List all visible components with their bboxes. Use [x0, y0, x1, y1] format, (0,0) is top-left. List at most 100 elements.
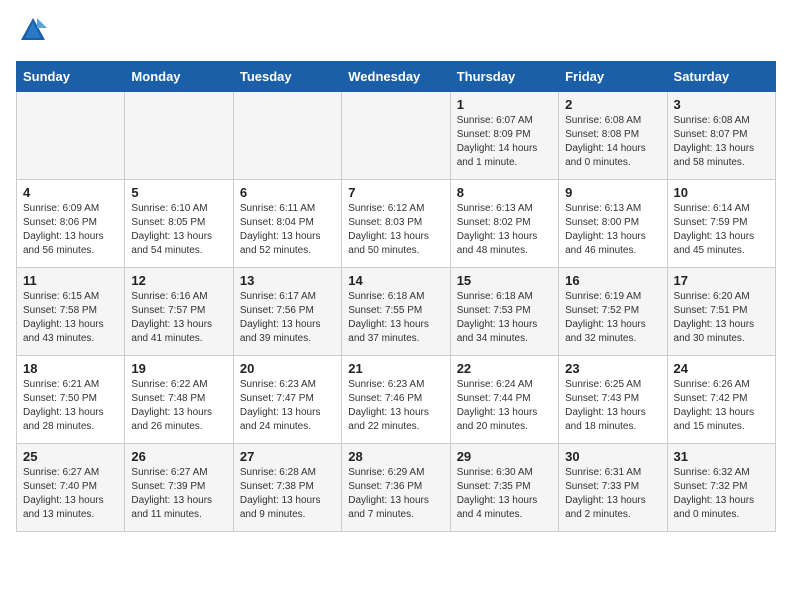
calendar-cell: 2 Sunrise: 6:08 AM Sunset: 8:08 PM Daylig…: [559, 92, 667, 180]
day-number: 30: [565, 449, 660, 464]
day-info: Sunrise: 6:27 AM Sunset: 7:40 PM Dayligh…: [23, 466, 118, 522]
day-info: Sunrise: 6:13 AM Sunset: 8:00 PM Dayligh…: [565, 202, 660, 258]
page-header: [16, 16, 776, 49]
calendar-cell: 31Sunrise: 6:32 AM Sunset: 7:32 PM Dayli…: [667, 444, 775, 532]
weekday-header-wednesday: Wednesday: [342, 62, 450, 92]
calendar-cell: [17, 92, 125, 180]
day-info: Sunrise: 6:28 AM Sunset: 7:38 PM Dayligh…: [240, 466, 335, 522]
calendar-cell: 26 Sunrise: 6:27 AM Sunset: 7:39 PM Dayli…: [125, 444, 233, 532]
day-number: 6: [240, 185, 335, 200]
day-number: 2: [565, 97, 660, 112]
day-number: 3: [674, 97, 769, 112]
day-info: Sunrise: 6:11 AM Sunset: 8:04 PM Dayligh…: [240, 202, 335, 258]
day-number: 27: [240, 449, 335, 464]
calendar-table: SundayMondayTuesdayWednesdayThursdayFrid…: [16, 61, 776, 532]
calendar-cell: 20 Sunrise: 6:23 AM Sunset: 7:47 PM Dayli…: [233, 356, 341, 444]
calendar-cell: 25 Sunrise: 6:27 AM Sunset: 7:40 PM Dayli…: [17, 444, 125, 532]
calendar-cell: [233, 92, 341, 180]
day-number: 17: [674, 273, 769, 288]
weekday-header-monday: Monday: [125, 62, 233, 92]
day-number: 10: [674, 185, 769, 200]
calendar-cell: 7 Sunrise: 6:12 AM Sunset: 8:03 PM Daylig…: [342, 180, 450, 268]
calendar-week-row: 25 Sunrise: 6:27 AM Sunset: 7:40 PM Dayli…: [17, 444, 776, 532]
day-info: Sunrise: 6:09 AM Sunset: 8:06 PM Dayligh…: [23, 202, 118, 258]
day-info: Sunrise: 6:12 AM Sunset: 8:03 PM Dayligh…: [348, 202, 443, 258]
day-number: 15: [457, 273, 552, 288]
calendar-cell: 24Sunrise: 6:26 AM Sunset: 7:42 PM Dayli…: [667, 356, 775, 444]
calendar-cell: 4 Sunrise: 6:09 AM Sunset: 8:06 PM Daylig…: [17, 180, 125, 268]
day-number: 25: [23, 449, 118, 464]
day-info: Sunrise: 6:19 AM Sunset: 7:52 PM Dayligh…: [565, 290, 660, 346]
calendar-cell: 12 Sunrise: 6:16 AM Sunset: 7:57 PM Dayli…: [125, 268, 233, 356]
calendar-week-row: 18 Sunrise: 6:21 AM Sunset: 7:50 PM Dayli…: [17, 356, 776, 444]
day-number: 14: [348, 273, 443, 288]
day-info: Sunrise: 6:24 AM Sunset: 7:44 PM Dayligh…: [457, 378, 552, 434]
day-info: Sunrise: 6:08 AM Sunset: 8:07 PM Dayligh…: [674, 114, 769, 170]
weekday-header-thursday: Thursday: [450, 62, 558, 92]
day-number: 8: [457, 185, 552, 200]
weekday-header-tuesday: Tuesday: [233, 62, 341, 92]
day-info: Sunrise: 6:13 AM Sunset: 8:02 PM Dayligh…: [457, 202, 552, 258]
day-info: Sunrise: 6:20 AM Sunset: 7:51 PM Dayligh…: [674, 290, 769, 346]
calendar-cell: 27 Sunrise: 6:28 AM Sunset: 7:38 PM Dayli…: [233, 444, 341, 532]
day-number: 28: [348, 449, 443, 464]
day-number: 29: [457, 449, 552, 464]
day-number: 23: [565, 361, 660, 376]
day-number: 12: [131, 273, 226, 288]
calendar-cell: 23Sunrise: 6:25 AM Sunset: 7:43 PM Dayli…: [559, 356, 667, 444]
calendar-cell: 22 Sunrise: 6:24 AM Sunset: 7:44 PM Dayli…: [450, 356, 558, 444]
calendar-cell: 8 Sunrise: 6:13 AM Sunset: 8:02 PM Daylig…: [450, 180, 558, 268]
calendar-week-row: 11Sunrise: 6:15 AM Sunset: 7:58 PM Dayli…: [17, 268, 776, 356]
day-info: Sunrise: 6:08 AM Sunset: 8:08 PM Dayligh…: [565, 114, 660, 170]
day-number: 22: [457, 361, 552, 376]
day-info: Sunrise: 6:30 AM Sunset: 7:35 PM Dayligh…: [457, 466, 552, 522]
day-number: 4: [23, 185, 118, 200]
day-number: 21: [348, 361, 443, 376]
calendar-cell: 17 Sunrise: 6:20 AM Sunset: 7:51 PM Dayli…: [667, 268, 775, 356]
day-number: 26: [131, 449, 226, 464]
day-info: Sunrise: 6:18 AM Sunset: 7:55 PM Dayligh…: [348, 290, 443, 346]
calendar-cell: 30 Sunrise: 6:31 AM Sunset: 7:33 PM Dayli…: [559, 444, 667, 532]
day-info: Sunrise: 6:14 AM Sunset: 7:59 PM Dayligh…: [674, 202, 769, 258]
day-number: 16: [565, 273, 660, 288]
calendar-week-row: 1 Sunrise: 6:07 AM Sunset: 8:09 PM Daylig…: [17, 92, 776, 180]
day-number: 9: [565, 185, 660, 200]
calendar-cell: 18 Sunrise: 6:21 AM Sunset: 7:50 PM Dayli…: [17, 356, 125, 444]
day-info: Sunrise: 6:16 AM Sunset: 7:57 PM Dayligh…: [131, 290, 226, 346]
calendar-cell: 3 Sunrise: 6:08 AM Sunset: 8:07 PM Daylig…: [667, 92, 775, 180]
day-info: Sunrise: 6:18 AM Sunset: 7:53 PM Dayligh…: [457, 290, 552, 346]
calendar-cell: 6 Sunrise: 6:11 AM Sunset: 8:04 PM Daylig…: [233, 180, 341, 268]
day-info: Sunrise: 6:17 AM Sunset: 7:56 PM Dayligh…: [240, 290, 335, 346]
day-info: Sunrise: 6:23 AM Sunset: 7:47 PM Dayligh…: [240, 378, 335, 434]
calendar-cell: [342, 92, 450, 180]
day-info: Sunrise: 6:31 AM Sunset: 7:33 PM Dayligh…: [565, 466, 660, 522]
day-number: 1: [457, 97, 552, 112]
calendar-cell: [125, 92, 233, 180]
day-number: 13: [240, 273, 335, 288]
calendar-cell: 5Sunrise: 6:10 AM Sunset: 8:05 PM Daylig…: [125, 180, 233, 268]
day-info: Sunrise: 6:26 AM Sunset: 7:42 PM Dayligh…: [674, 378, 769, 434]
calendar-cell: 28Sunrise: 6:29 AM Sunset: 7:36 PM Dayli…: [342, 444, 450, 532]
day-info: Sunrise: 6:07 AM Sunset: 8:09 PM Dayligh…: [457, 114, 552, 170]
day-number: 5: [131, 185, 226, 200]
day-number: 7: [348, 185, 443, 200]
day-number: 18: [23, 361, 118, 376]
day-info: Sunrise: 6:27 AM Sunset: 7:39 PM Dayligh…: [131, 466, 226, 522]
calendar-cell: 10 Sunrise: 6:14 AM Sunset: 7:59 PM Dayli…: [667, 180, 775, 268]
day-info: Sunrise: 6:23 AM Sunset: 7:46 PM Dayligh…: [348, 378, 443, 434]
day-info: Sunrise: 6:22 AM Sunset: 7:48 PM Dayligh…: [131, 378, 226, 434]
day-info: Sunrise: 6:21 AM Sunset: 7:50 PM Dayligh…: [23, 378, 118, 434]
calendar-cell: 16 Sunrise: 6:19 AM Sunset: 7:52 PM Dayli…: [559, 268, 667, 356]
logo-icon: [19, 16, 47, 44]
calendar-week-row: 4 Sunrise: 6:09 AM Sunset: 8:06 PM Daylig…: [17, 180, 776, 268]
calendar-cell: 14 Sunrise: 6:18 AM Sunset: 7:55 PM Dayli…: [342, 268, 450, 356]
weekday-header-sunday: Sunday: [17, 62, 125, 92]
calendar-header-row: SundayMondayTuesdayWednesdayThursdayFrid…: [17, 62, 776, 92]
day-number: 11: [23, 273, 118, 288]
calendar-cell: 19Sunrise: 6:22 AM Sunset: 7:48 PM Dayli…: [125, 356, 233, 444]
logo: [16, 16, 47, 49]
calendar-cell: 11Sunrise: 6:15 AM Sunset: 7:58 PM Dayli…: [17, 268, 125, 356]
calendar-cell: 9 Sunrise: 6:13 AM Sunset: 8:00 PM Daylig…: [559, 180, 667, 268]
calendar-cell: 29 Sunrise: 6:30 AM Sunset: 7:35 PM Dayli…: [450, 444, 558, 532]
day-number: 20: [240, 361, 335, 376]
